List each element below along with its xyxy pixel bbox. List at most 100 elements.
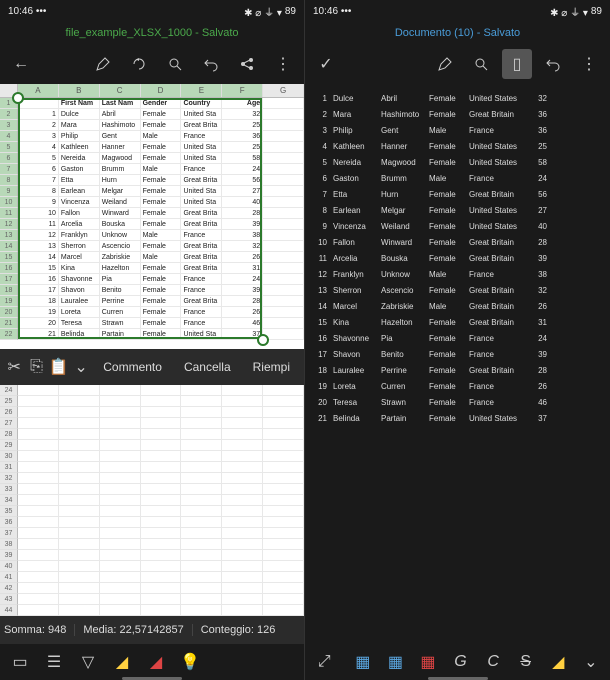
cell[interactable]: 39 (222, 219, 263, 230)
cell[interactable]: Gaston (59, 164, 100, 175)
cell[interactable]: Kathleen (59, 142, 100, 153)
row-num[interactable]: 40 (0, 561, 18, 572)
cell[interactable] (263, 274, 304, 285)
cell[interactable]: Franklyn (59, 230, 100, 241)
search-icon[interactable] (466, 49, 496, 79)
cell[interactable] (263, 142, 304, 153)
chevron-down-icon[interactable]: ⌄ (71, 353, 91, 381)
cell[interactable]: Winward (100, 208, 141, 219)
cell[interactable]: Hanner (100, 142, 141, 153)
cell[interactable]: Earlean (59, 186, 100, 197)
doc-row[interactable]: 6GastonBrummMaleFrance24 (315, 170, 600, 186)
cell[interactable]: Great Brita (181, 241, 222, 252)
cell[interactable]: Hashimoto (100, 120, 141, 131)
cell[interactable]: 3 (18, 131, 59, 142)
row-num[interactable]: 13 (0, 230, 18, 241)
cell[interactable]: 56 (222, 175, 263, 186)
layout-icon[interactable]: ▯ (502, 49, 532, 79)
cell[interactable]: 38 (222, 230, 263, 241)
cell[interactable]: 31 (222, 263, 263, 274)
cell[interactable] (263, 329, 304, 340)
search-icon[interactable] (160, 49, 190, 79)
cell[interactable]: United Sta (181, 142, 222, 153)
header-cell[interactable]: First Nam (59, 98, 100, 109)
cell[interactable]: Melgar (100, 186, 141, 197)
row-num[interactable]: 5 (0, 142, 18, 153)
undo-icon[interactable] (538, 49, 568, 79)
cell[interactable]: Hazelton (100, 263, 141, 274)
cell[interactable]: Female (141, 197, 182, 208)
cell[interactable]: Strawn (100, 318, 141, 329)
cell[interactable]: United Sta (181, 329, 222, 340)
cell[interactable]: 27 (222, 186, 263, 197)
header-cell[interactable] (18, 98, 59, 109)
row-num[interactable]: 32 (0, 473, 18, 484)
cell[interactable]: 28 (222, 208, 263, 219)
row-num[interactable]: 44 (0, 605, 18, 616)
cell[interactable] (263, 219, 304, 230)
row-num[interactable]: 33 (0, 484, 18, 495)
row-num[interactable]: 22 (0, 329, 18, 340)
cell[interactable] (263, 230, 304, 241)
cell[interactable] (263, 197, 304, 208)
row-num[interactable]: 8 (0, 175, 18, 186)
cell[interactable]: 8 (18, 186, 59, 197)
col-header[interactable]: E (181, 84, 222, 97)
cell[interactable] (263, 186, 304, 197)
row-num[interactable]: 11 (0, 208, 18, 219)
cell[interactable]: Male (141, 164, 182, 175)
expand-icon[interactable]: ⤢ (311, 648, 338, 676)
cell[interactable]: Great Brita (181, 296, 222, 307)
cell[interactable]: Great Brita (181, 252, 222, 263)
cell[interactable]: 15 (18, 263, 59, 274)
doc-row[interactable]: 2MaraHashimotoFemaleGreat Britain36 (315, 106, 600, 122)
sync-icon[interactable] (124, 49, 154, 79)
cell[interactable]: Female (141, 153, 182, 164)
row-num[interactable]: 15 (0, 252, 18, 263)
clear-button[interactable]: Cancella (174, 360, 241, 374)
cell[interactable]: France (181, 307, 222, 318)
cell[interactable]: United Sta (181, 153, 222, 164)
cut-icon[interactable]: ✂ (4, 353, 24, 381)
cell[interactable]: Great Brita (181, 219, 222, 230)
col-header[interactable]: A (18, 84, 59, 97)
cell[interactable]: Shavon (59, 285, 100, 296)
cell[interactable] (263, 263, 304, 274)
cell[interactable]: 26 (222, 307, 263, 318)
cell[interactable]: Dulce (59, 109, 100, 120)
cell[interactable] (263, 285, 304, 296)
table2-icon[interactable]: ▦ (382, 648, 409, 676)
italic-format[interactable]: C (480, 648, 507, 676)
cell[interactable]: France (181, 285, 222, 296)
cell[interactable] (263, 175, 304, 186)
selection-handle-tl[interactable] (12, 92, 24, 104)
table-icon[interactable]: ▦ (350, 648, 377, 676)
row-num[interactable]: 19 (0, 296, 18, 307)
cell[interactable] (263, 98, 304, 109)
highlight-yellow-icon[interactable]: ◢ (108, 648, 136, 676)
doc-row[interactable]: 12FranklynUnknowMaleFrance38 (315, 266, 600, 282)
cell[interactable]: 19 (18, 307, 59, 318)
spreadsheet[interactable]: A B C D E F G 1First NamLast NamGenderCo… (0, 84, 304, 349)
cell[interactable]: France (181, 230, 222, 241)
cell[interactable]: Abril (100, 109, 141, 120)
col-header[interactable]: G (263, 84, 304, 97)
cell[interactable] (263, 164, 304, 175)
doc-row[interactable]: 8EarleanMelgarFemaleUnited States27 (315, 202, 600, 218)
header-cell[interactable]: Last Nam (100, 98, 141, 109)
more-icon[interactable]: ⋮ (268, 49, 298, 79)
cell[interactable]: 20 (18, 318, 59, 329)
row-num[interactable]: 18 (0, 285, 18, 296)
cell[interactable] (263, 296, 304, 307)
col-header[interactable]: D (141, 84, 182, 97)
cell[interactable]: Mara (59, 120, 100, 131)
cell[interactable]: Female (141, 296, 182, 307)
doc-row[interactable]: 11ArceliaBouskaFemaleGreat Britain39 (315, 250, 600, 266)
cell[interactable]: Etta (59, 175, 100, 186)
strike-format[interactable]: S (512, 648, 539, 676)
doc-row[interactable]: 9VincenzaWeilandFemaleUnited States40 (315, 218, 600, 234)
cell[interactable]: Female (141, 142, 182, 153)
share-icon[interactable] (232, 49, 262, 79)
row-num[interactable]: 2 (0, 109, 18, 120)
cell[interactable]: 39 (222, 285, 263, 296)
